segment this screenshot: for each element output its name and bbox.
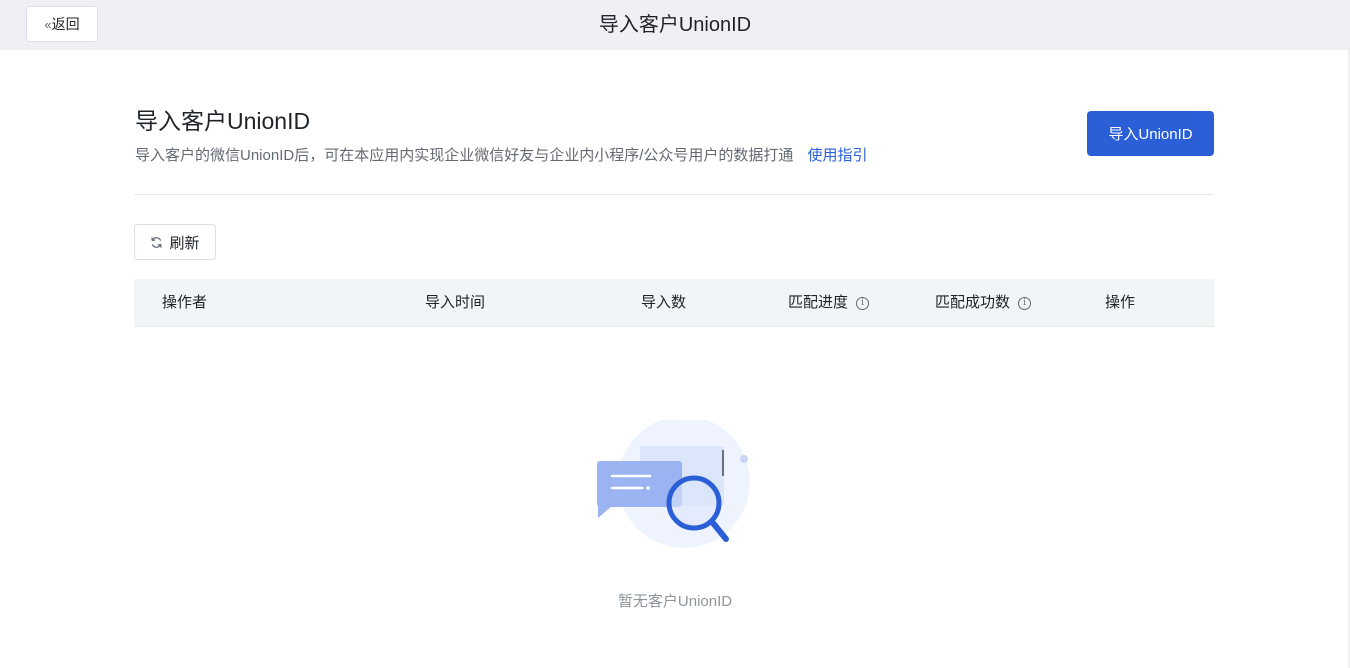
empty-search-illustration bbox=[597, 420, 750, 548]
column-header-operator: 操作者 bbox=[162, 294, 208, 311]
refresh-button[interactable]: 刷新 bbox=[134, 224, 216, 260]
guide-link[interactable]: 使用指引 bbox=[808, 147, 868, 164]
refresh-icon bbox=[151, 236, 163, 248]
back-button-label: 返回 bbox=[51, 16, 80, 32]
info-icon[interactable]: i bbox=[1018, 296, 1032, 310]
double-chevron-left-icon: « bbox=[44, 16, 51, 32]
import-unionid-button[interactable]: 导入UnionID bbox=[1087, 111, 1214, 156]
column-header-import-count: 导入数 bbox=[641, 294, 687, 311]
top-bar: 导入客户UnionID « 返回 bbox=[0, 0, 1350, 50]
table-header: 操作者 导入时间 导入数 匹配进度 i 匹配成功数 i 操作 bbox=[134, 279, 1214, 327]
description-text: 导入客户的微信UnionID后，可在本应用内实现企业微信好友与企业内小程序/公众… bbox=[135, 147, 794, 164]
page-description: 导入客户的微信UnionID后，可在本应用内实现企业微信好友与企业内小程序/公众… bbox=[135, 144, 868, 165]
info-icon[interactable]: i bbox=[856, 296, 870, 310]
refresh-button-label: 刷新 bbox=[169, 234, 200, 252]
column-header-actions: 操作 bbox=[1105, 294, 1136, 311]
column-header-import-time: 导入时间 bbox=[425, 294, 486, 311]
page-title: 导入客户UnionID bbox=[135, 108, 311, 134]
column-header-match-success: 匹配成功数 i bbox=[935, 279, 1032, 327]
section-divider bbox=[134, 194, 1214, 195]
column-header-match-progress: 匹配进度 i bbox=[788, 279, 870, 327]
empty-state-text: 暂无客户UnionID bbox=[617, 593, 733, 610]
back-button[interactable]: « 返回 bbox=[26, 6, 98, 42]
topbar-title: 导入客户UnionID bbox=[598, 14, 752, 36]
